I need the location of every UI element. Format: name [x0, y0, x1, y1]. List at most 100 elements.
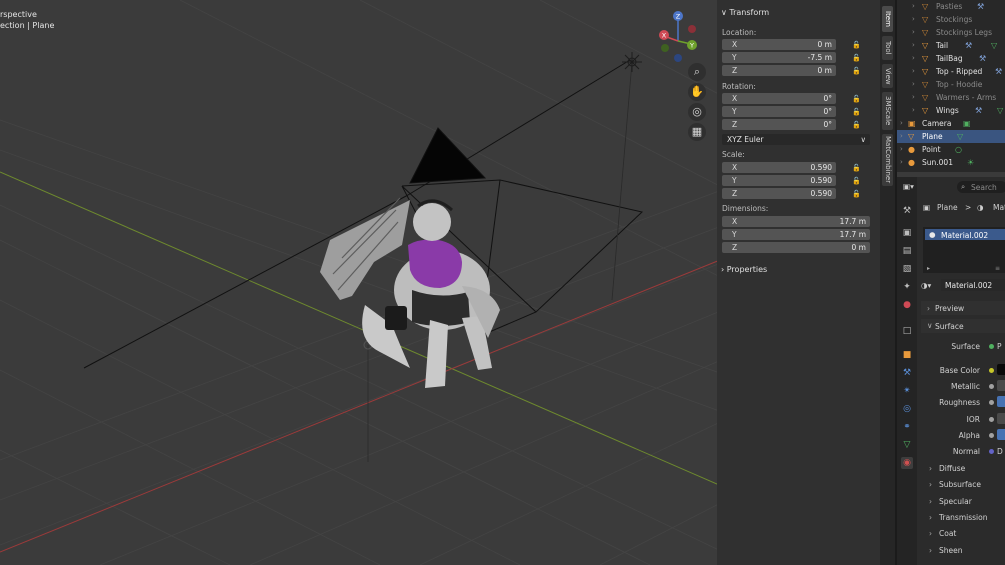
rotation-x-field[interactable]: X 0° [722, 93, 836, 104]
outliner-row-pasties[interactable]: › ▽ Pasties ⚒ [897, 0, 1005, 13]
surface-panel-header[interactable]: ∨ Surface [921, 319, 1005, 333]
properties-panel-header[interactable]: › Properties [721, 265, 767, 274]
material-slot-list[interactable]: ● Material.002 ▸ ≡ [923, 227, 1005, 273]
tool-tab-icon[interactable]: ⚒ [901, 205, 913, 217]
material-slot-row[interactable]: ● Material.002 [925, 229, 1005, 240]
properties-editor[interactable]: ⚒ ▣ ▤ ▧ ✦ ● □ ■ ⚒ ✴ ◎ ⚭ ▽ ◉ ▣▾ ⌕ Search … [897, 177, 1005, 565]
lock-icon[interactable]: 🔓 [852, 164, 861, 172]
scale-z-field[interactable]: Z 0.590 [722, 188, 836, 199]
value-socket-icon[interactable] [989, 400, 994, 405]
gizmo-neg-z[interactable] [674, 54, 682, 62]
physics-tab-icon[interactable]: ◎ [901, 403, 913, 415]
material-tab-icon[interactable]: ◉ [901, 457, 913, 469]
scale-y-field[interactable]: Y 0.590 [722, 175, 836, 186]
dimensions-x-field[interactable]: X 17.7 m [722, 216, 870, 227]
lock-icon[interactable]: 🔓 [852, 95, 861, 103]
gizmo-neg-y[interactable] [661, 44, 669, 52]
data-tab-icon[interactable]: ▽ [901, 439, 913, 451]
transmission-panel-header[interactable]: Transmission [939, 513, 987, 522]
coat-panel-header[interactable]: Coat [939, 529, 956, 538]
diffuse-panel-header[interactable]: Diffuse [939, 464, 965, 473]
tab-view[interactable]: View [882, 64, 893, 88]
rotation-y-field[interactable]: Y 0° [722, 106, 836, 117]
lock-icon[interactable]: 🔓 [852, 121, 861, 129]
metallic-slider[interactable] [997, 380, 1005, 391]
outliner-row-tail[interactable]: › ▽ Tail ⚒ ▽ [897, 39, 1005, 52]
subsurface-panel-header[interactable]: Subsurface [939, 480, 981, 489]
value-socket-icon[interactable] [989, 417, 994, 422]
camera-data-icon: ▣ [963, 119, 971, 128]
material-name-field[interactable]: Material.002 [941, 279, 1005, 291]
collection-tab-icon[interactable]: □ [901, 325, 913, 337]
outliner-row-sun[interactable]: › ● Sun.001 ☀ [897, 156, 1005, 169]
outliner-row-wings[interactable]: › ▽ Wings ⚒ ▽ [897, 104, 1005, 117]
search-input[interactable]: ⌕ Search [957, 181, 1005, 193]
dimensions-z-field[interactable]: Z0 m [722, 242, 870, 253]
value-socket-icon[interactable] [989, 384, 994, 389]
mesh-icon: ▽ [922, 54, 929, 63]
outliner-row-tailbag[interactable]: › ▽ TailBag ⚒ [897, 52, 1005, 65]
alpha-slider[interactable] [997, 429, 1005, 440]
tab-matcombiner[interactable]: MatCombiner [882, 134, 893, 186]
lock-icon[interactable]: 🔓 [852, 177, 861, 185]
lock-icon[interactable]: 🔓 [852, 54, 861, 62]
value-socket-icon[interactable] [989, 433, 994, 438]
roughness-label: Roughness [939, 398, 980, 407]
outliner-row-warmers-arms[interactable]: › ▽ Warmers - Arms [897, 91, 1005, 104]
tab-tool[interactable]: Tool [882, 36, 893, 60]
gizmo-neg-x[interactable] [688, 25, 696, 33]
specular-panel-header[interactable]: Specular [939, 497, 972, 506]
character-model[interactable] [320, 197, 500, 388]
render-tab-icon[interactable]: ▣ [901, 227, 913, 239]
lock-icon[interactable]: 🔓 [852, 41, 861, 49]
constraints-tab-icon[interactable]: ⚭ [901, 421, 913, 433]
modifier-tab-icon[interactable]: ⚒ [901, 367, 913, 379]
world-tab-icon[interactable]: ● [901, 299, 913, 311]
location-x-field[interactable]: X0 m [722, 39, 836, 50]
object-tab-icon[interactable]: ■ [901, 349, 913, 361]
navigation-gizmo[interactable]: Z X Y [655, 8, 701, 62]
location-y-field[interactable]: Y -7.5 m [722, 52, 836, 63]
scene-tab-icon[interactable]: ✦ [901, 281, 913, 293]
outliner[interactable]: › ▽ Pasties ⚒ › ▽ Stockings › ▽ Stockings Le… [897, 0, 1005, 172]
outliner-row-camera[interactable]: › ▣ Camera ▣ [897, 117, 1005, 130]
rotation-z-field[interactable]: Z 0° [722, 119, 836, 130]
editor-type-icon[interactable]: ▣▾ [903, 182, 914, 191]
outliner-row-top-ripped[interactable]: › ▽ Top - Ripped ⚒ [897, 65, 1005, 78]
color-socket-icon[interactable] [989, 368, 994, 373]
lock-icon[interactable]: 🔓 [852, 108, 861, 116]
outliner-row-stockings-legs[interactable]: › ▽ Stockings Legs [897, 26, 1005, 39]
outliner-row-top-hoodie[interactable]: › ▽ Top - Hoodie [897, 78, 1005, 91]
breadcrumb-separator: > [965, 203, 972, 212]
material-browse-icon[interactable]: ◑▾ [921, 281, 931, 290]
scale-x-field[interactable]: X 0.590 [722, 162, 836, 173]
location-z-field[interactable]: Z0 m [722, 65, 836, 76]
shader-socket-icon[interactable] [989, 344, 994, 349]
lock-icon[interactable]: 🔓 [852, 190, 861, 198]
view-layer-tab-icon[interactable]: ▧ [901, 263, 913, 275]
lock-icon[interactable]: 🔓 [852, 67, 861, 75]
zoom-icon[interactable]: ⌕ [688, 63, 706, 81]
surface-shader-value[interactable]: P [997, 342, 1002, 351]
particles-tab-icon[interactable]: ✴ [901, 385, 913, 397]
tab-item[interactable]: Item [882, 6, 893, 32]
outliner-row-point[interactable]: › ● Point ○ [897, 143, 1005, 156]
transform-panel-header[interactable]: ∨ Transform [721, 8, 769, 17]
outliner-row-stockings[interactable]: › ▽ Stockings [897, 13, 1005, 26]
outliner-row-plane[interactable]: › ▽ Plane ▽ [897, 130, 1005, 143]
ortho-grid-icon[interactable]: ▦ [688, 123, 706, 141]
ior-field[interactable] [997, 413, 1005, 424]
pan-hand-icon[interactable]: ✋ [688, 83, 706, 101]
sun-light-icon[interactable] [622, 52, 642, 72]
rotation-mode-select[interactable]: XYZ Euler ∨ [722, 134, 870, 145]
base-color-swatch[interactable] [997, 364, 1005, 375]
vector-socket-icon[interactable] [989, 449, 994, 454]
dimensions-y-field[interactable]: Y 17.7 m [722, 229, 870, 240]
preview-panel-header[interactable]: › Preview [921, 301, 1005, 315]
camera-view-icon[interactable]: ◎ [688, 103, 706, 121]
tab-3mscale[interactable]: 3MScale [882, 92, 893, 130]
roughness-slider[interactable] [997, 396, 1005, 407]
normal-value[interactable]: D [997, 447, 1003, 456]
output-tab-icon[interactable]: ▤ [901, 245, 913, 257]
sheen-panel-header[interactable]: Sheen [939, 546, 963, 555]
